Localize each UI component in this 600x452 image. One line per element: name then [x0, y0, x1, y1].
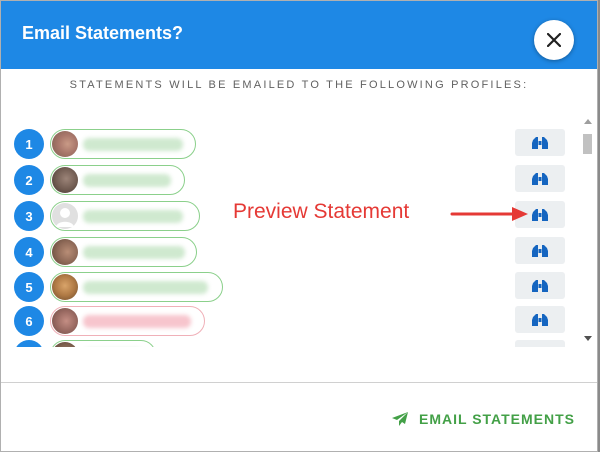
profile-chip — [50, 201, 200, 231]
row-number-badge: 2 — [14, 165, 44, 195]
binoculars-icon — [532, 208, 548, 221]
scroll-down-arrow-icon[interactable] — [584, 336, 592, 341]
email-statements-button[interactable]: EMAIL STATEMENTS — [391, 411, 575, 427]
profile-name-redacted — [83, 281, 208, 294]
dialog-title: Email Statements? — [22, 23, 184, 43]
profile-row: 6 — [14, 306, 574, 336]
profile-row: 5 — [14, 272, 574, 302]
profile-name-redacted — [83, 315, 191, 328]
profile-name-redacted — [83, 174, 171, 187]
profile-avatar — [52, 239, 78, 265]
profile-chip — [50, 272, 223, 302]
email-statements-dialog: Email Statements? STATEMENTS WILL BE EMA… — [0, 0, 598, 452]
footer-divider — [1, 382, 597, 383]
profile-row: 7 — [14, 340, 574, 347]
profile-row: 1 — [14, 129, 574, 159]
preview-statement-button[interactable] — [515, 165, 565, 192]
row-number-badge: 6 — [14, 306, 44, 336]
send-icon — [392, 412, 408, 426]
dialog-header: Email Statements? — [1, 1, 597, 69]
profile-name-redacted — [83, 138, 183, 151]
close-icon — [547, 33, 561, 47]
preview-statement-annotation: Preview Statement — [233, 200, 410, 223]
profile-avatar — [52, 131, 78, 157]
dialog-subtitle: STATEMENTS WILL BE EMAILED TO THE FOLLOW… — [69, 79, 529, 91]
row-number-badge: 4 — [14, 237, 44, 267]
profile-avatar — [52, 274, 78, 300]
binoculars-icon — [531, 347, 549, 348]
row-number-badge: 1 — [14, 129, 44, 159]
binoculars-icon — [532, 172, 548, 185]
profile-row: 4 — [14, 237, 574, 267]
preview-statement-button[interactable] — [515, 306, 565, 333]
email-statements-label: EMAIL STATEMENTS — [419, 411, 575, 427]
preview-statement-button[interactable] — [515, 237, 565, 264]
binoculars-icon — [532, 313, 548, 326]
scroll-up-arrow-icon[interactable] — [584, 119, 592, 124]
profile-avatar — [52, 203, 78, 229]
profile-name-redacted — [83, 246, 185, 259]
preview-statement-button[interactable] — [515, 340, 565, 347]
profile-row: 2 — [14, 165, 574, 195]
annotation-arrow-icon — [450, 207, 528, 221]
row-number-badge: 5 — [14, 272, 44, 302]
binoculars-icon — [532, 244, 548, 257]
profile-list[interactable]: 1 2 3 4 5 6 — [1, 117, 597, 347]
profile-chip — [50, 165, 185, 195]
scroll-thumb[interactable] — [583, 134, 592, 154]
binoculars-icon — [532, 279, 548, 292]
preview-statement-button[interactable] — [515, 272, 565, 299]
profile-chip — [50, 129, 196, 159]
row-number-badge: 3 — [14, 201, 44, 231]
list-scrollbar[interactable] — [581, 117, 593, 345]
profile-avatar — [52, 167, 78, 193]
profile-chip — [50, 237, 197, 267]
default-user-icon — [56, 208, 74, 227]
preview-statement-button[interactable] — [515, 129, 565, 156]
profile-name-redacted — [83, 210, 183, 223]
profile-avatar — [52, 308, 78, 334]
profile-avatar — [52, 342, 78, 347]
profile-chip — [50, 306, 205, 336]
close-button[interactable] — [534, 20, 574, 60]
profile-chip — [50, 340, 156, 347]
binoculars-icon — [532, 136, 548, 149]
row-number-badge: 7 — [14, 340, 44, 347]
